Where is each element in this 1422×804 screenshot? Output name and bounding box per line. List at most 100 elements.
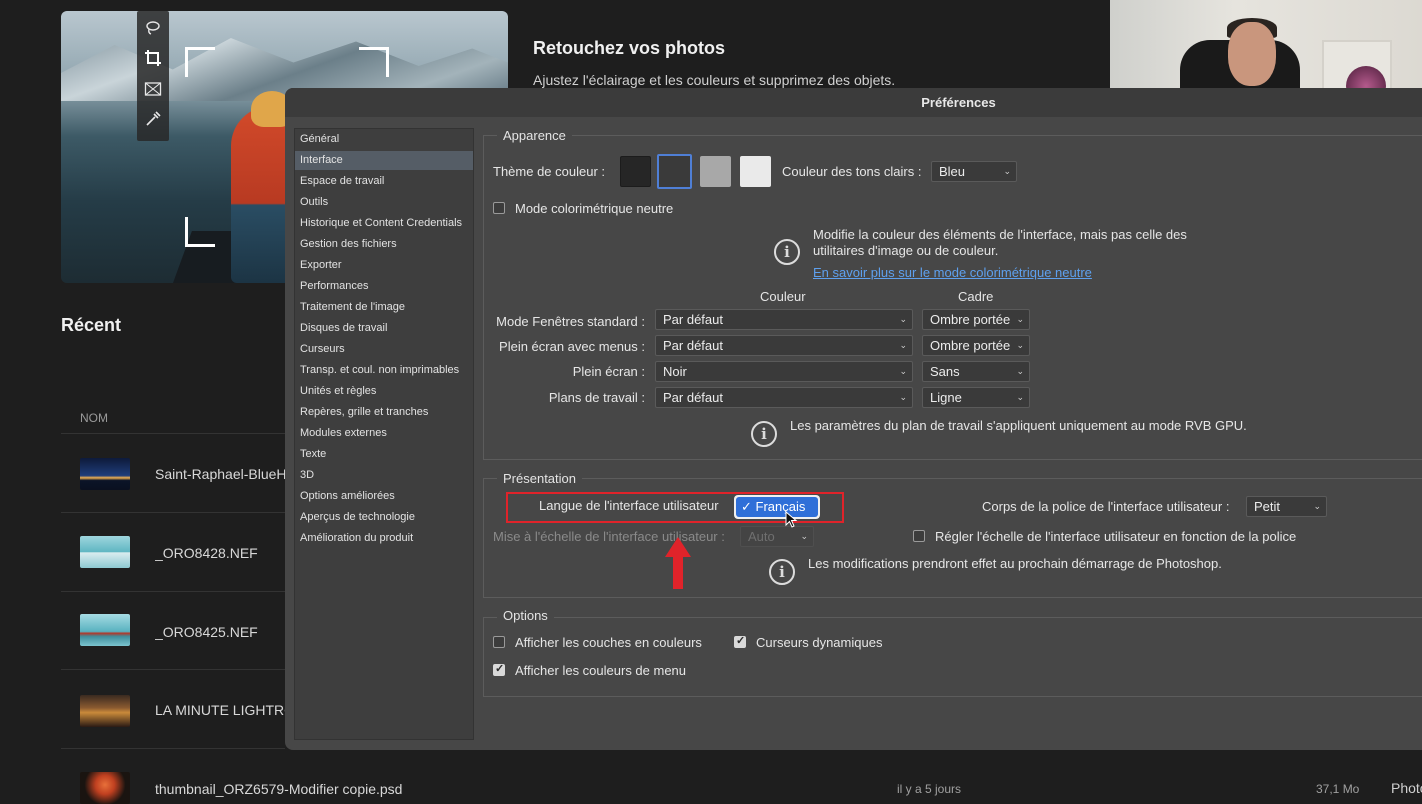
fullscreen-menus-border-select[interactable]: Ombre portée ⌄	[922, 335, 1030, 356]
file-thumbnail[interactable]	[80, 458, 130, 490]
mouse-cursor-icon	[785, 511, 798, 528]
file-name[interactable]: thumbnail_ORZ6579-Modifier copie.psd	[155, 781, 402, 797]
neutral-info-text-1: Modifie la couleur des éléments de l'int…	[813, 227, 1187, 242]
category-item[interactable]: 3D	[295, 466, 473, 485]
frame-icon[interactable]	[144, 80, 162, 98]
chevron-down-icon: ⌄	[1003, 166, 1011, 176]
info-icon: i	[769, 559, 795, 585]
category-item[interactable]: Performances	[295, 277, 473, 296]
category-item[interactable]: Texte	[295, 445, 473, 464]
appearance-title: Apparence	[497, 128, 572, 143]
row-divider	[61, 669, 285, 670]
chevron-down-icon: ⌄	[899, 314, 907, 324]
artboards-border-select[interactable]: Ligne ⌄	[922, 387, 1030, 408]
category-item[interactable]: Aperçus de technologie	[295, 508, 473, 527]
recent-title: Récent	[61, 315, 122, 335]
chevron-down-icon: ⌄	[899, 366, 907, 376]
file-name[interactable]: Saint-Raphael-BlueHo	[155, 466, 285, 482]
scale-with-font-label[interactable]: Régler l'échelle de l'interface utilisat…	[935, 529, 1296, 544]
row-divider	[61, 748, 285, 749]
category-item[interactable]: Repères, grille et tranches	[295, 403, 473, 422]
file-name[interactable]: LA MINUTE LIGHTRO	[155, 702, 285, 718]
file-type: Photo	[1391, 780, 1422, 796]
chevron-down-icon: ⌄	[1016, 314, 1024, 324]
chevron-down-icon: ⌄	[1313, 501, 1321, 511]
chevron-down-icon: ⌄	[899, 340, 907, 350]
neutral-mode-checkbox[interactable]	[493, 202, 505, 214]
category-item[interactable]: Exporter	[295, 256, 473, 275]
file-thumbnail[interactable]	[80, 536, 130, 568]
category-item[interactable]: Traitement de l'image	[295, 298, 473, 317]
ui-scale-select: Auto ⌄	[740, 526, 814, 547]
file-thumbnail[interactable]	[80, 772, 130, 804]
file-thumbnail[interactable]	[80, 695, 130, 727]
fullscreen-label: Plein écran :	[572, 364, 645, 379]
column-border-header: Cadre	[958, 289, 994, 304]
category-item[interactable]: Unités et règles	[295, 382, 473, 401]
neutral-mode-label[interactable]: Mode colorimétrique neutre	[515, 201, 673, 216]
artboard-note: Les paramètres du plan de travail s'appl…	[790, 418, 1247, 433]
lasso-icon[interactable]	[144, 19, 162, 37]
standard-mode-border-select[interactable]: Ombre portée ⌄	[922, 309, 1030, 330]
promo-subtitle: Ajustez l'éclairage et les couleurs et s…	[533, 72, 896, 88]
column-header-name[interactable]: NOM	[80, 411, 108, 425]
theme-swatch-darkest[interactable]	[620, 156, 651, 187]
row-divider	[61, 512, 285, 513]
category-item[interactable]: Général	[295, 130, 473, 149]
category-item[interactable]: Amélioration du produit	[295, 529, 473, 548]
tool-strip	[137, 11, 169, 141]
category-item[interactable]: Espace de travail	[295, 172, 473, 191]
row-divider	[61, 591, 285, 592]
chevron-down-icon: ⌄	[1016, 340, 1024, 350]
category-item[interactable]: Outils	[295, 193, 473, 212]
file-size: 37,1 Mo	[1316, 782, 1360, 796]
neutral-mode-link[interactable]: En savoir plus sur le mode colorimétriqu…	[813, 265, 1092, 280]
dynamic-sliders-checkbox[interactable]	[734, 634, 746, 648]
menu-colors-checkbox[interactable]	[493, 662, 505, 676]
standard-mode-label: Mode Fenêtres standard :	[496, 314, 645, 329]
menu-colors-label[interactable]: Afficher les couleurs de menu	[515, 663, 686, 678]
theme-swatch-dark-selected[interactable]	[657, 154, 692, 189]
fullscreen-color-select[interactable]: Noir ⌄	[655, 361, 913, 382]
language-option-selected[interactable]: ✓ Français	[736, 497, 818, 517]
colored-channels-checkbox[interactable]	[493, 636, 505, 648]
file-thumbnail[interactable]	[80, 614, 130, 646]
preferences-dialog: Préférences Général Interface Espace de …	[285, 88, 1422, 750]
row-divider	[61, 433, 285, 434]
colored-channels-label[interactable]: Afficher les couches en couleurs	[515, 635, 702, 650]
category-item[interactable]: Curseurs	[295, 340, 473, 359]
file-name[interactable]: _ORO8428.NEF	[155, 545, 258, 561]
file-name[interactable]: _ORO8425.NEF	[155, 624, 258, 640]
font-size-select[interactable]: Petit ⌄	[1246, 496, 1327, 517]
artboards-label: Plans de travail :	[548, 390, 645, 405]
scale-with-font-checkbox[interactable]	[913, 530, 925, 542]
highlight-color-select[interactable]: Bleu ⌄	[931, 161, 1017, 182]
file-date: il y a 5 jours	[897, 782, 962, 796]
theme-label: Thème de couleur :	[493, 164, 606, 179]
artboards-color-select[interactable]: Par défaut ⌄	[655, 387, 913, 408]
font-size-label: Corps de la police de l'interface utilis…	[982, 499, 1230, 514]
options-group	[483, 617, 1422, 697]
category-item[interactable]: Gestion des fichiers	[295, 235, 473, 254]
fullscreen-border-select[interactable]: Sans ⌄	[922, 361, 1030, 382]
fullscreen-menus-label: Plein écran avec menus :	[499, 339, 645, 354]
chevron-down-icon: ⌄	[1016, 392, 1024, 402]
theme-swatch-light[interactable]	[700, 156, 731, 187]
chevron-down-icon: ⌄	[899, 392, 907, 402]
eyedropper-icon[interactable]	[144, 110, 162, 128]
category-item-selected[interactable]: Interface	[295, 151, 473, 170]
chevron-down-icon: ⌄	[1016, 366, 1024, 376]
crop-icon[interactable]	[144, 49, 162, 67]
category-item[interactable]: Transp. et coul. non imprimables	[295, 361, 473, 380]
promo-title: Retouchez vos photos	[533, 38, 726, 58]
category-item[interactable]: Historique et Content Credentials	[295, 214, 473, 233]
theme-swatch-lightest[interactable]	[740, 156, 771, 187]
dynamic-sliders-label[interactable]: Curseurs dynamiques	[756, 635, 882, 650]
options-title: Options	[497, 608, 554, 623]
standard-mode-color-select[interactable]: Par défaut ⌄	[655, 309, 913, 330]
category-item[interactable]: Modules externes	[295, 424, 473, 443]
fullscreen-menus-color-select[interactable]: Par défaut ⌄	[655, 335, 913, 356]
language-select[interactable]: ✓ Français	[734, 495, 820, 519]
category-item[interactable]: Options améliorées	[295, 487, 473, 506]
category-item[interactable]: Disques de travail	[295, 319, 473, 338]
